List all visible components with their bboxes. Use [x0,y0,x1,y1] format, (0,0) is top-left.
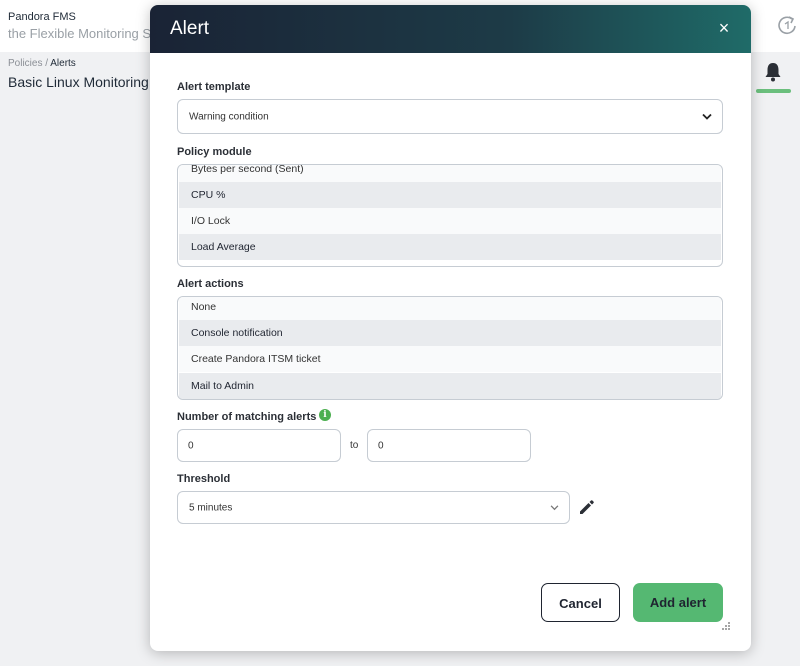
chevron-down-icon [550,504,559,510]
max-matches-value: 0 [378,440,384,451]
alert-template-label: Alert template [177,81,251,93]
breadcrumb-current: Alerts [50,58,76,69]
list-item[interactable]: Mail to Admin [179,373,721,399]
breadcrumb: Policies / Alerts [8,58,76,69]
list-item[interactable]: I/O Lock [179,208,721,234]
info-icon[interactable]: i [319,409,331,421]
matching-alerts-label: Number of matching alerts [177,411,317,423]
to-label: to [350,440,359,451]
min-matches-value: 0 [188,440,194,451]
active-tab-indicator [756,89,791,93]
min-matches-input[interactable]: 0 [177,429,341,462]
alert-actions-label: Alert actions [177,278,244,290]
list-item[interactable]: None [179,297,721,320]
list-item[interactable]: Bytes per second (Sent) [179,165,721,182]
list-item[interactable]: Console notification [179,320,721,346]
modal-title: Alert [170,18,210,39]
page-title: Basic Linux Monitoring [8,74,149,90]
alert-template-value: Warning condition [189,111,269,122]
cancel-button[interactable]: Cancel [541,583,620,622]
bell-icon[interactable] [764,62,782,82]
alert-modal: Alert × Alert template Warning condition… [150,5,751,651]
brand-subtitle: the Flexible Monitoring S [8,26,152,41]
policy-module-listbox[interactable]: Bytes per second (Sent) CPU % I/O Lock L… [177,164,723,267]
list-item[interactable]: Load Average [179,234,721,260]
max-matches-input[interactable]: 0 [367,429,531,462]
modal-header: Alert × [150,5,751,53]
chevron-down-icon [702,113,712,120]
pencil-icon[interactable] [578,499,595,516]
resize-handle-icon[interactable] [721,621,731,631]
alert-actions-listbox[interactable]: None Console notification Create Pandora… [177,296,723,400]
close-icon[interactable]: × [715,19,733,37]
refresh-icon[interactable] [776,14,798,36]
add-alert-button[interactable]: Add alert [633,583,723,622]
policy-module-label: Policy module [177,146,252,158]
threshold-label: Threshold [177,473,231,485]
brand-title: Pandora FMS [8,11,76,23]
threshold-select[interactable]: 5 minutes [177,491,570,524]
list-item[interactable]: Create Pandora ITSM ticket [179,346,721,372]
threshold-value: 5 minutes [189,502,233,513]
breadcrumb-parent[interactable]: Policies / [8,58,50,69]
alert-template-select[interactable]: Warning condition [177,99,723,134]
list-item[interactable]: CPU % [179,182,721,208]
